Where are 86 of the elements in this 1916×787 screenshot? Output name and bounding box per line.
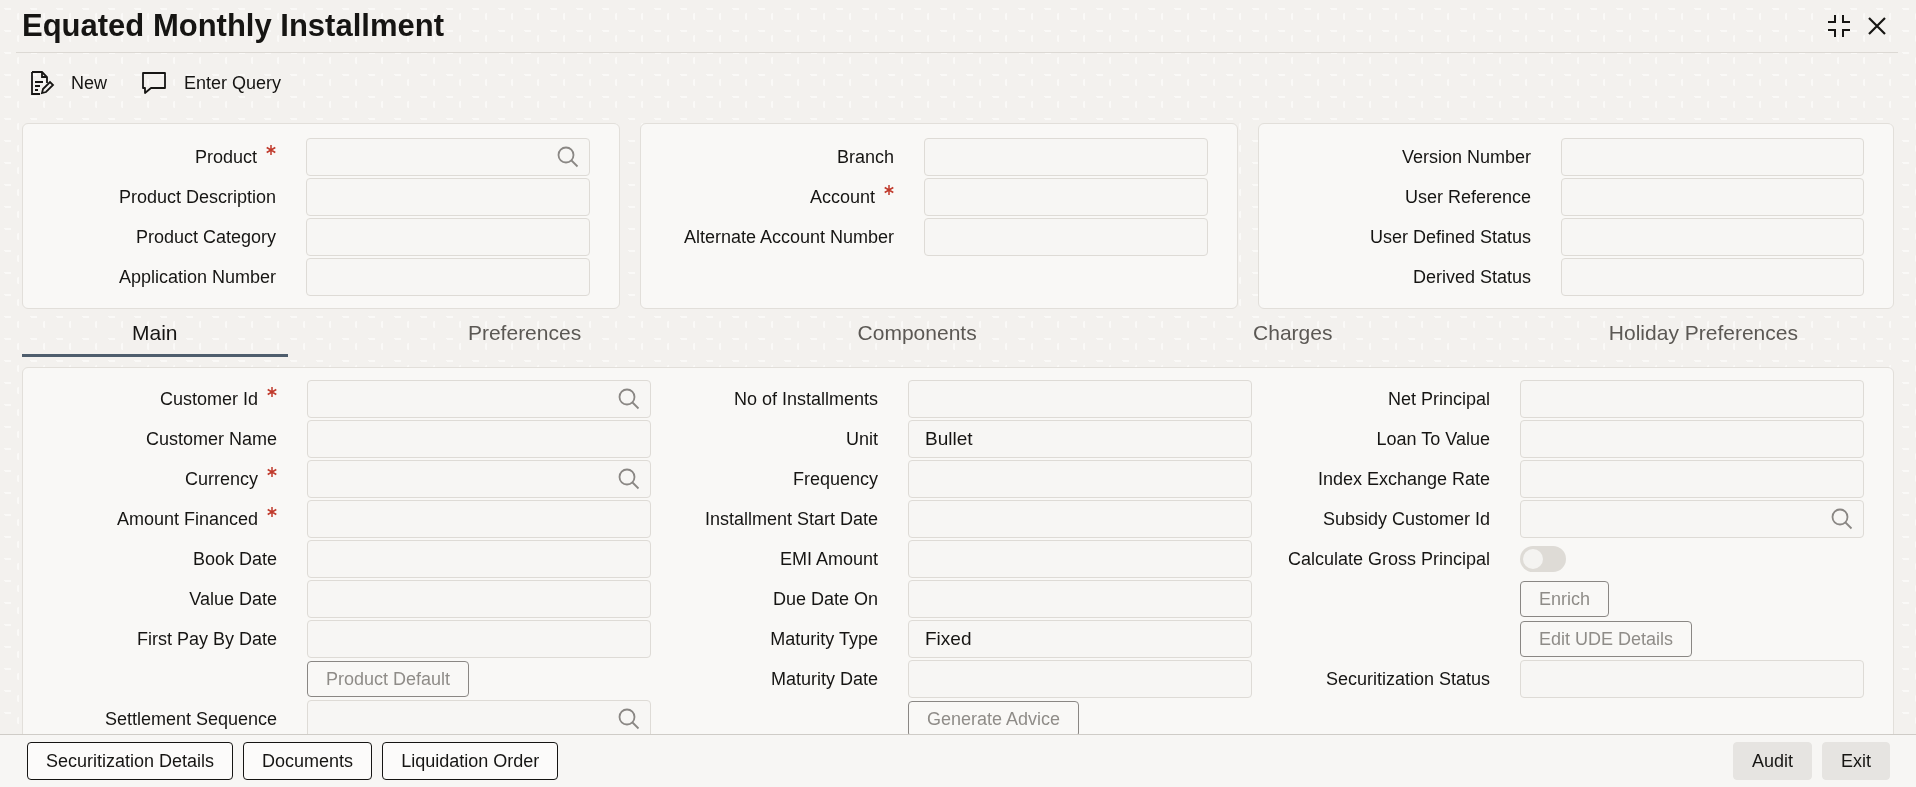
field-label: Value Date [189,588,277,610]
input-field[interactable] [1561,218,1864,256]
lookup-field[interactable] [307,460,651,498]
input-field[interactable]: Fixed [908,620,1252,658]
toolbar-button[interactable]: Enter Query [135,67,288,99]
field-label: First Pay By Date [136,628,277,650]
field-label: User Reference [1404,186,1531,208]
input-field[interactable] [307,540,651,578]
field-label: Settlement Sequence [104,708,277,730]
document-edit-icon [28,69,55,97]
input-field[interactable] [306,258,590,296]
input-field[interactable] [908,500,1252,538]
input-field[interactable] [908,380,1252,418]
tab[interactable]: Main [22,311,288,357]
lookup-field[interactable] [307,380,651,418]
field-label: Alternate Account Number [683,226,894,248]
input-field[interactable] [908,460,1252,498]
input-field[interactable] [908,540,1252,578]
field-label: Currency [184,468,258,490]
field-label: Unit [846,428,878,450]
field-label: Product Category [135,226,276,248]
field-label: Customer Id [159,388,258,410]
field-label: Version Number [1401,146,1531,168]
field-label: Securitization Status [1325,668,1490,690]
field-label: Amount Financed [116,508,258,530]
collapse-icon[interactable] [1826,13,1852,39]
input-field[interactable] [307,620,651,658]
search-icon [618,708,640,730]
input-field[interactable] [306,218,590,256]
field-label: Frequency [792,468,878,490]
lookup-field[interactable] [307,700,651,734]
field-label: Subsidy Customer Id [1322,508,1490,530]
lookup-field[interactable] [306,138,590,176]
search-icon [557,146,579,168]
field-label: Branch [836,146,894,168]
input-field[interactable] [924,178,1208,216]
input-field[interactable] [307,580,651,618]
toggle-switch[interactable] [1520,546,1566,572]
field-label: Calculate Gross Principal [1287,548,1490,570]
input-field[interactable] [1520,380,1864,418]
input-field[interactable] [1520,420,1864,458]
tab[interactable]: Holiday Preferences [1512,311,1894,357]
input-field[interactable] [1561,138,1864,176]
search-icon [1831,508,1853,530]
search-icon [618,468,640,490]
input-field[interactable] [1520,660,1864,698]
input-field[interactable]: Bullet [908,420,1252,458]
input-field[interactable] [908,580,1252,618]
tab[interactable]: Preferences [371,311,678,357]
lookup-field[interactable] [1520,500,1864,538]
input-field[interactable] [1520,460,1864,498]
field-label: Index Exchange Rate [1317,468,1490,490]
window-title: Equated Monthly Installment [22,8,444,44]
field-label: Product Description [118,186,276,208]
field-label: Account [809,186,875,208]
search-icon [618,388,640,410]
field-label: EMI Amount [779,548,878,570]
input-field[interactable] [306,178,590,216]
tab[interactable]: Components [761,311,1073,357]
toolbar-button[interactable]: New [22,67,113,99]
input-field[interactable] [1561,258,1864,296]
input-field[interactable] [307,500,651,538]
input-field[interactable] [924,138,1208,176]
speech-bubble-icon [141,69,168,97]
footer-button[interactable]: Documents [243,742,373,780]
field-label: Installment Start Date [704,508,878,530]
input-field[interactable] [307,420,651,458]
field-label: Application Number [118,266,276,288]
field-label: Maturity Type [770,628,878,650]
field-label: Derived Status [1412,266,1531,288]
field-label: User Defined Status [1369,226,1531,248]
field-label: Loan To Value [1376,428,1490,450]
field-label: Customer Name [145,428,277,450]
field-label: Product [194,146,257,168]
footer-button[interactable]: Securitization Details [27,742,234,780]
field-label: Maturity Date [770,668,878,690]
field-label: No of Installments [733,388,878,410]
field-label: Book Date [192,548,277,570]
input-field[interactable] [908,660,1252,698]
field-label: Due Date On [772,588,878,610]
input-field[interactable] [924,218,1208,256]
footer-button[interactable]: Liquidation Order [382,742,559,780]
tab[interactable]: Charges [1157,311,1429,357]
close-icon[interactable] [1866,15,1888,37]
field-label: Net Principal [1387,388,1490,410]
input-field[interactable] [1561,178,1864,216]
